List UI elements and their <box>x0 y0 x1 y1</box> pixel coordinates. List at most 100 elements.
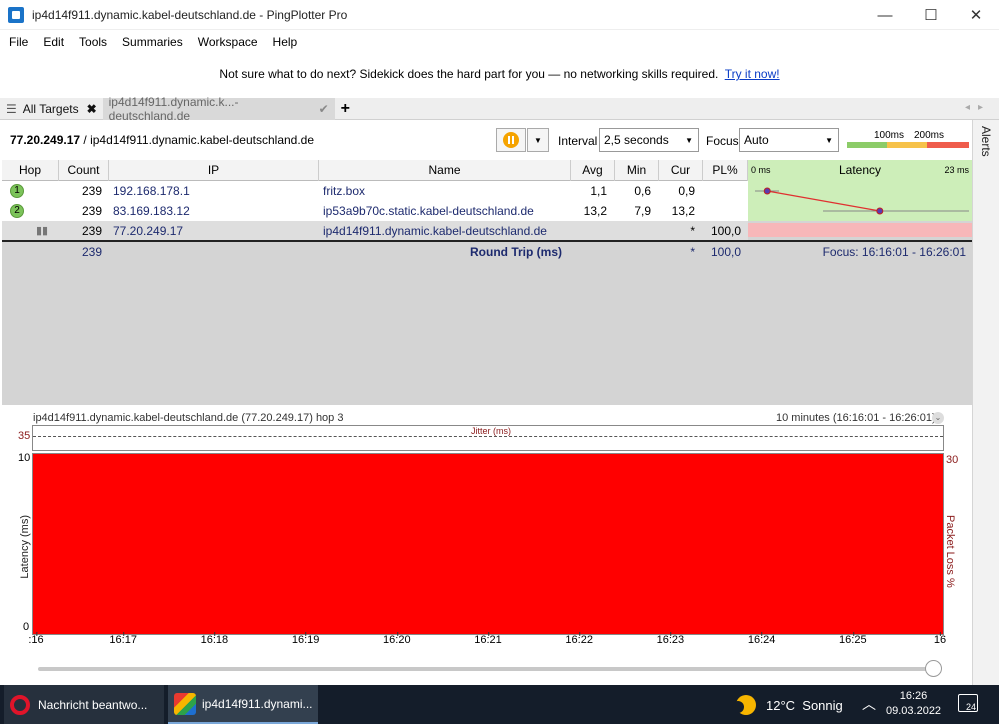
hop-badge: 2 <box>10 204 24 218</box>
target-toolbar: 77.20.249.17 / ip4d14f911.dynamic.kabel-… <box>2 124 972 156</box>
taskbar-opera[interactable]: Nachricht beantwo... <box>4 685 164 724</box>
col-count[interactable]: Count <box>59 160 109 181</box>
table-row[interactable]: 2 239 83.169.183.12 ip53a9b70c.static.ka… <box>2 201 748 221</box>
focus-value: Auto <box>744 133 769 147</box>
timeline-range-label[interactable]: 10 minutes (16:16:01 - 16:26:01) <box>776 412 936 424</box>
cell-pl: 100,0 <box>710 224 741 238</box>
clock-date: 09.03.2022 <box>886 705 942 717</box>
packet-loss-plot-area[interactable] <box>32 453 944 635</box>
jitter-label: Jitter (ms) <box>471 426 511 436</box>
try-it-now-link[interactable]: Try it now! <box>725 67 780 81</box>
menu-file[interactable]: File <box>9 35 28 49</box>
target-breadcrumb: 77.20.249.17 / ip4d14f911.dynamic.kabel-… <box>10 133 315 147</box>
chevron-down-icon: ▼ <box>825 136 833 145</box>
latency-trace-line <box>767 190 880 212</box>
bar-chart-icon: ▮▮ <box>36 225 49 237</box>
focus-select[interactable]: Auto ▼ <box>739 128 839 152</box>
cell-pl: 100,0 <box>710 245 741 259</box>
cell-cur: 13,2 <box>671 204 695 218</box>
table-row-selected[interactable]: ▮▮ 239 77.20.249.17 ip4d14f911.dynamic.k… <box>2 221 748 241</box>
jitter-graph: Jitter (ms) <box>32 425 944 451</box>
col-min[interactable]: Min <box>615 160 659 181</box>
weather-icon <box>732 695 756 715</box>
weather-widget[interactable]: 12°C Sonnig <box>732 695 843 715</box>
latency-point <box>763 187 771 195</box>
pingplotter-window: ip4d14f911.dynamic.kabel-deutschland.de … <box>0 0 999 724</box>
latency-point <box>876 207 884 215</box>
cell-pl <box>703 181 741 201</box>
banner-text: Not sure what to do next? Sidekick does … <box>219 67 719 81</box>
col-cur[interactable]: Cur <box>659 160 703 181</box>
col-ip[interactable]: IP <box>109 160 319 181</box>
cell-min: 7,9 <box>634 204 651 218</box>
time-tick-label: 16:20 <box>383 632 411 646</box>
minimize-button[interactable]: — <box>862 0 908 30</box>
menu-help[interactable]: Help <box>273 35 298 49</box>
taskbar-pingplotter-label: ip4d14f911.dynami... <box>202 696 313 711</box>
cell-cur: 0,9 <box>678 184 695 198</box>
cell-name: ip4d14f911.dynamic.kabel-deutschland.de <box>323 224 547 238</box>
cell-cur: * <box>690 224 695 238</box>
cell-ip: 77.20.249.17 <box>113 224 184 238</box>
timeline-target-label: ip4d14f911.dynamic.kabel-deutschland.de … <box>33 412 344 424</box>
cell-count: 239 <box>81 204 102 218</box>
sidekick-banner: Not sure what to do next? Sidekick does … <box>0 67 999 89</box>
menu-edit[interactable]: Edit <box>43 35 64 49</box>
alerts-label[interactable]: Alerts <box>979 126 993 157</box>
tab-target-host[interactable]: ip4d14f911.dynamic.k...-deutschland.de ✔ <box>102 94 335 123</box>
alerts-panel[interactable]: Alerts <box>972 120 999 685</box>
latency-axis-min: 0 <box>23 621 30 633</box>
tab-all-targets[interactable]: ☰ All Targets ✖ <box>0 98 103 120</box>
close-tab-icon[interactable]: ✖ <box>87 102 97 116</box>
col-pl[interactable]: PL% <box>703 160 748 181</box>
timeline-scroll-track[interactable] <box>38 667 938 671</box>
tab-all-targets-label: All Targets <box>22 101 79 116</box>
latency-axis-max: 10 <box>18 452 31 464</box>
tab-target-host-label: ip4d14f911.dynamic.k...-deutschland.de <box>108 94 239 123</box>
tab-scroll-arrows[interactable]: ◂▸ <box>965 102 991 113</box>
pause-dropdown-button[interactable]: ▼ <box>527 128 549 152</box>
interval-label: Interval <box>558 134 598 148</box>
time-tick-label: 16:22 <box>565 632 593 646</box>
time-axis: :16 16:17 16:18 16:19 16:20 16:21 16:22 16:23 16… <box>28 632 947 654</box>
add-tab-button[interactable]: + <box>335 98 356 120</box>
table-row[interactable]: 1 239 192.168.178.1 fritz.box 1,1 0,6 0,… <box>2 181 748 201</box>
col-hop[interactable]: Hop <box>2 160 59 181</box>
interval-select[interactable]: 2,5 seconds ▼ <box>599 128 699 152</box>
time-tick-label: :16 <box>28 632 44 646</box>
trace-grid: Hop Count IP Name Avg Min Cur PL% 0 ms L… <box>2 160 972 405</box>
col-avg[interactable]: Avg <box>571 160 615 181</box>
pingplotter-icon <box>174 692 196 715</box>
time-tick-label: 16 <box>933 632 947 646</box>
menu-workspace[interactable]: Workspace <box>198 35 258 49</box>
check-icon: ✔ <box>318 101 329 116</box>
chevron-down-icon: ▼ <box>685 136 693 145</box>
close-button[interactable]: ✕ <box>953 0 999 30</box>
maximize-button[interactable]: ☐ <box>908 0 954 30</box>
scale-100-label: 100ms <box>874 130 905 141</box>
taskbar-pingplotter[interactable]: ip4d14f911.dynami... <box>168 685 318 724</box>
menu-bar: File Edit Tools Summaries Workspace Help <box>0 30 999 54</box>
interval-value: 2,5 seconds <box>604 133 669 147</box>
notification-icon[interactable]: 24 <box>958 694 978 712</box>
scale-color-bar <box>847 142 969 148</box>
pause-button[interactable] <box>496 128 526 152</box>
chevron-up-icon[interactable]: ︿ <box>862 694 876 714</box>
target-ip: 77.20.249.17 <box>10 133 81 147</box>
cell-ip: 192.168.178.1 <box>113 184 190 198</box>
time-tick-label: 16:17 <box>109 632 137 646</box>
window-title: ip4d14f911.dynamic.kabel-deutschland.de … <box>32 7 348 22</box>
latency-timeout-bar <box>748 223 972 237</box>
chevron-down-icon[interactable]: ⌄ <box>932 412 944 424</box>
cell-avg: 13,2 <box>583 204 607 218</box>
cell-count: 239 <box>81 224 102 238</box>
menu-summaries[interactable]: Summaries <box>122 35 183 49</box>
menu-tools[interactable]: Tools <box>79 35 107 49</box>
round-trip-label: Round Trip (ms) <box>470 245 562 259</box>
timeline-scroll-thumb[interactable] <box>925 660 942 677</box>
cell-count: 239 <box>81 184 102 198</box>
col-name[interactable]: Name <box>319 160 571 181</box>
clock[interactable]: 16:26 09.03.2022 <box>886 689 941 719</box>
cell-min: 0,6 <box>634 184 651 198</box>
cell-pl <box>703 201 741 221</box>
